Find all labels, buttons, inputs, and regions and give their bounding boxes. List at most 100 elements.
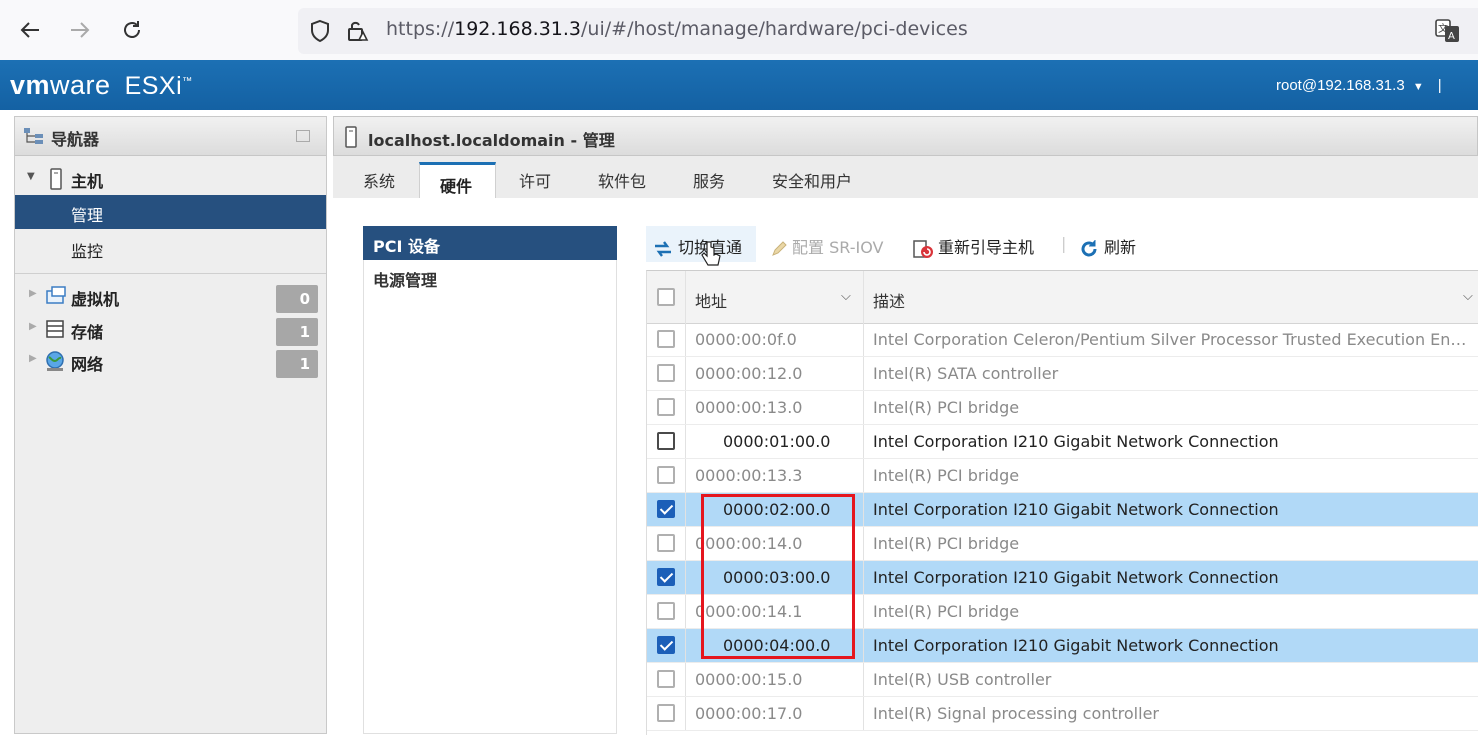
url-path: /ui/#/host/manage/hardware/pci-devices bbox=[581, 18, 968, 40]
row-checkbox[interactable] bbox=[657, 364, 675, 382]
toggle-passthrough-icon bbox=[655, 240, 671, 257]
cell-address: 0000:00:13.0 bbox=[695, 398, 803, 417]
refresh-button[interactable]: 刷新 bbox=[1078, 234, 1136, 260]
side-item-power-management[interactable]: 电源管理 bbox=[363, 260, 617, 294]
table-row[interactable]: 0000:00:14.1 Intel(R) PCI bridge bbox=[647, 595, 1478, 629]
table-row[interactable]: 0000:00:12.0 Intel(R) SATA controller bbox=[647, 357, 1478, 391]
logo-tm: ™ bbox=[182, 76, 193, 87]
navigator-header: 导航器 bbox=[15, 117, 326, 156]
nav-monitor-label: 监控 bbox=[71, 242, 104, 261]
user-menu[interactable]: root@192.168.31.3 ▼ | bbox=[1276, 77, 1442, 94]
row-checkbox[interactable] bbox=[657, 534, 675, 552]
table-row[interactable]: 0000:02:00.0 Intel Corporation I210 Gigab… bbox=[647, 493, 1478, 527]
expand-arrow-icon[interactable]: ▶ bbox=[29, 353, 37, 364]
column-header-address[interactable]: 地址 bbox=[695, 288, 727, 312]
network-globe-icon bbox=[46, 351, 64, 371]
cell-address: 0000:00:12.0 bbox=[695, 364, 803, 383]
table-row[interactable]: 0000:00:15.0 Intel(R) USB controller bbox=[647, 663, 1478, 697]
table-row[interactable]: 0000:00:13.3 Intel(R) PCI bridge bbox=[647, 459, 1478, 493]
column-divider bbox=[685, 561, 686, 594]
row-checkbox[interactable] bbox=[657, 398, 675, 416]
row-checkbox[interactable] bbox=[657, 330, 675, 348]
row-checkbox[interactable] bbox=[657, 670, 675, 688]
shield-icon[interactable] bbox=[309, 19, 331, 43]
reboot-host-button[interactable]: 重新引导主机 bbox=[912, 234, 1034, 260]
side-item-pci-devices[interactable]: PCI 设备 bbox=[363, 226, 617, 260]
main-panel-header: localhost.localdomain - 管理 bbox=[333, 116, 1478, 156]
forward-button[interactable] bbox=[64, 14, 96, 46]
select-all-checkbox[interactable] bbox=[657, 288, 675, 306]
translate-icon[interactable]: 文A bbox=[1434, 18, 1462, 44]
nav-storage[interactable]: ▶ 存储 1 bbox=[15, 312, 326, 346]
nav-networking[interactable]: ▶ 网络 1 bbox=[15, 344, 326, 378]
column-divider bbox=[685, 629, 686, 662]
nav-host[interactable]: ▼ 主机 bbox=[15, 161, 326, 195]
back-button[interactable] bbox=[14, 14, 46, 46]
pci-devices-label: PCI 设备 bbox=[373, 237, 440, 256]
vm-count-badge: 0 bbox=[276, 285, 318, 313]
column-divider bbox=[685, 425, 686, 458]
row-checkbox[interactable] bbox=[657, 636, 675, 654]
chevron-down-icon[interactable]: ⌵ bbox=[841, 289, 851, 304]
table-header: 地址 ⌵ 描述 ⌵ bbox=[647, 271, 1478, 324]
tab-licensing[interactable]: 许可 bbox=[519, 168, 551, 192]
column-header-description[interactable]: 描述 bbox=[873, 288, 905, 312]
row-checkbox[interactable] bbox=[657, 432, 675, 450]
network-count-badge: 1 bbox=[276, 350, 318, 378]
nav-host-label: 主机 bbox=[71, 172, 104, 191]
table-row[interactable]: 0000:04:00.0 Intel Corporation I210 Gigab… bbox=[647, 629, 1478, 663]
storage-count-badge: 1 bbox=[276, 318, 318, 346]
esxi-header: vmware ESXi™ root@192.168.31.3 ▼ | bbox=[0, 60, 1478, 110]
lock-warning-icon[interactable] bbox=[346, 18, 372, 44]
chevron-down-icon[interactable]: ⌵ bbox=[1463, 289, 1473, 304]
cell-description: Intel Corporation I210 Gigabit Network C… bbox=[873, 500, 1279, 519]
tab-system[interactable]: 系统 bbox=[363, 168, 395, 192]
expand-arrow-icon[interactable]: ▼ bbox=[27, 171, 35, 182]
nav-virtual-machines[interactable]: ▶ 虚拟机 0 bbox=[15, 279, 326, 313]
expand-arrow-icon[interactable]: ▶ bbox=[29, 288, 37, 299]
tab-hardware[interactable]: 硬件 bbox=[419, 162, 496, 199]
cell-description: Intel Corporation I210 Gigabit Network C… bbox=[873, 432, 1279, 451]
column-divider bbox=[685, 595, 686, 628]
reboot-host-icon bbox=[913, 239, 933, 258]
configure-sriov-button[interactable]: 配置 SR-IOV bbox=[770, 234, 883, 258]
row-checkbox[interactable] bbox=[657, 568, 675, 586]
pci-devices-table: 地址 ⌵ 描述 ⌵ 0000:00:0f.0 Intel Corporation … bbox=[646, 270, 1478, 735]
tab-security-users[interactable]: 安全和用户 bbox=[772, 168, 852, 192]
column-divider bbox=[863, 527, 864, 560]
forward-arrow-icon bbox=[71, 22, 90, 38]
tab-services[interactable]: 服务 bbox=[693, 168, 725, 192]
header-divider: | bbox=[1437, 77, 1442, 94]
column-divider bbox=[863, 493, 864, 526]
table-row[interactable]: 0000:03:00.0 Intel Corporation I210 Gigab… bbox=[647, 561, 1478, 595]
table-row[interactable]: 0000:01:00.0 Intel Corporation I210 Gigab… bbox=[647, 425, 1478, 459]
column-divider bbox=[685, 323, 686, 356]
column-divider bbox=[863, 271, 864, 323]
table-row[interactable]: 0000:00:14.0 Intel(R) PCI bridge bbox=[647, 527, 1478, 561]
row-checkbox[interactable] bbox=[657, 466, 675, 484]
logo-product: ESXi bbox=[124, 72, 183, 100]
toggle-passthrough-button[interactable]: 切换直通 bbox=[652, 234, 742, 259]
browser-toolbar: https://192.168.31.3/ui/#/host/manage/ha… bbox=[0, 0, 1478, 61]
storage-icon bbox=[46, 320, 64, 338]
table-row[interactable]: 0000:00:13.0 Intel(R) PCI bridge bbox=[647, 391, 1478, 425]
row-checkbox[interactable] bbox=[657, 602, 675, 620]
cell-address: 0000:01:00.0 bbox=[723, 432, 831, 451]
row-checkbox[interactable] bbox=[657, 704, 675, 722]
nav-host-manage[interactable]: 管理 bbox=[15, 195, 326, 229]
svg-text:A: A bbox=[1448, 31, 1455, 42]
table-row[interactable]: 0000:00:17.0 Intel(R) Signal processing c… bbox=[647, 697, 1478, 731]
navigator-tree-icon bbox=[24, 128, 43, 144]
host-icon bbox=[50, 168, 62, 190]
expand-arrow-icon[interactable]: ▶ bbox=[29, 321, 37, 332]
column-divider bbox=[863, 561, 864, 594]
collapse-panel-icon[interactable] bbox=[296, 130, 310, 142]
table-row[interactable]: 0000:00:0f.0 Intel Corporation Celeron/Pe… bbox=[647, 323, 1478, 357]
nav-host-monitor[interactable]: 监控 bbox=[15, 231, 326, 265]
refresh-label: 刷新 bbox=[1104, 238, 1137, 257]
url-text[interactable]: https://192.168.31.3/ui/#/host/manage/ha… bbox=[386, 18, 968, 40]
reload-button[interactable] bbox=[116, 14, 148, 46]
tab-packages[interactable]: 软件包 bbox=[598, 168, 646, 192]
row-checkbox[interactable] bbox=[657, 500, 675, 518]
reload-icon bbox=[124, 21, 140, 38]
